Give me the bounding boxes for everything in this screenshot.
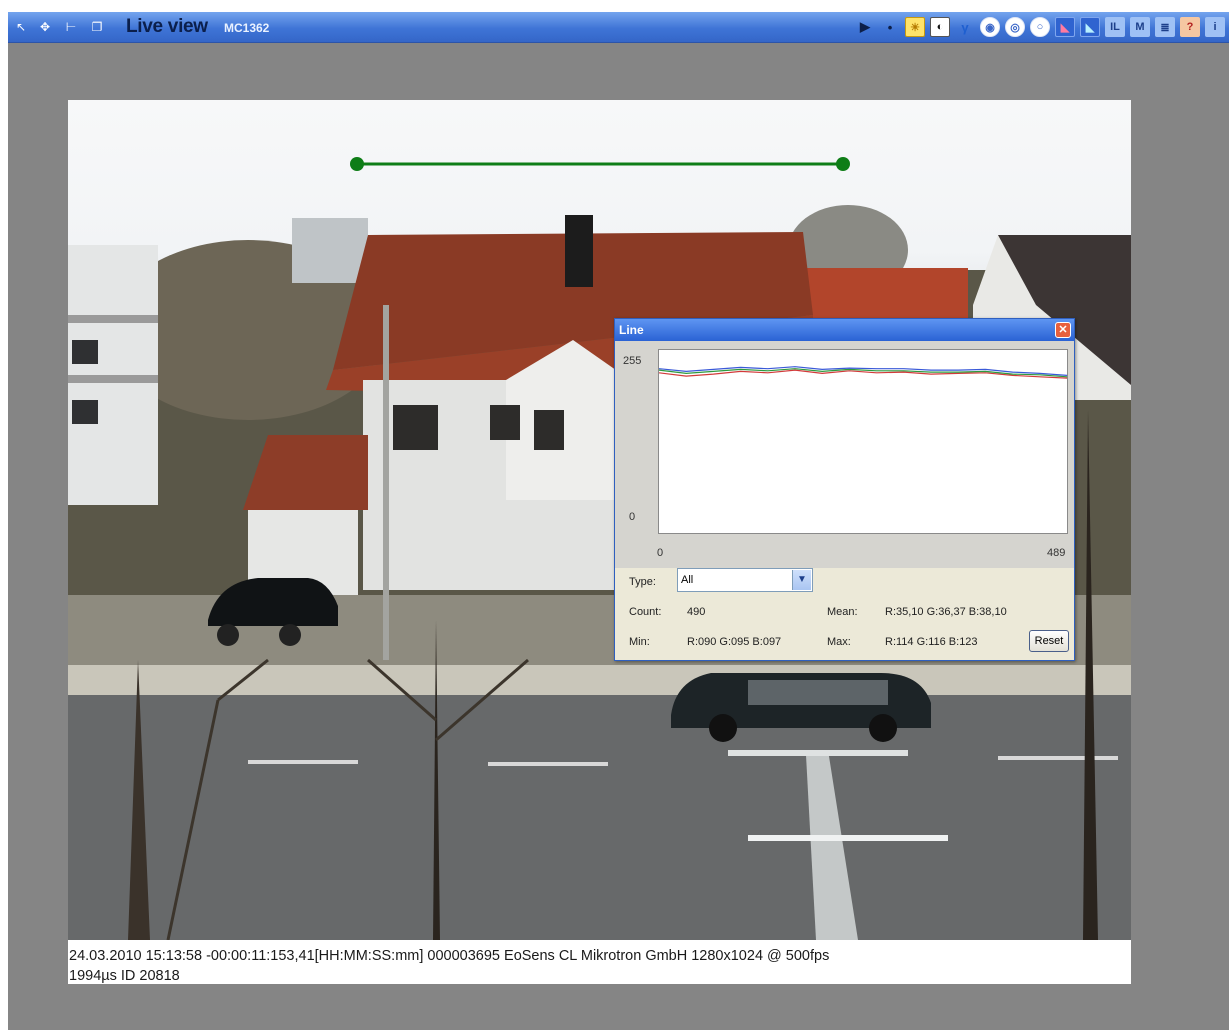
y-min-label: 0 (629, 511, 636, 523)
move-icon[interactable]: ✥ (36, 18, 54, 36)
measure-line-start-handle[interactable] (350, 157, 364, 171)
application-window: ↖ ✥ ⊢ ❐ Live view MC1362 ▶ • ☀ ◐ γ ◉ ◎ ○… (8, 12, 1229, 1030)
mean-label: Mean: (827, 606, 858, 618)
max-label: Max: (827, 636, 851, 648)
help-icon[interactable]: ? (1180, 17, 1200, 37)
gamma-icon[interactable]: γ (955, 17, 975, 37)
frame-info-line-1: 24.03.2010 15:13:58 -00:00:11:153,41[HH:… (69, 948, 830, 964)
close-icon[interactable]: ✕ (1055, 322, 1071, 338)
line-profile-dialog: Line ✕ 255 0 0 489 Type: All ▼ Count: 49… (614, 318, 1075, 661)
window-icon[interactable]: ❐ (88, 18, 106, 36)
measure-line-end-handle[interactable] (836, 157, 850, 171)
pointer-icon[interactable]: ↖ (12, 18, 30, 36)
info-icon[interactable]: i (1205, 17, 1225, 37)
frame-info-bar: 24.03.2010 15:13:58 -00:00:11:153,41[HH:… (69, 946, 1131, 986)
dialog-title-bar[interactable]: Line ✕ (615, 319, 1074, 341)
type-label: Type: (629, 576, 656, 588)
x-max-label: 489 (1047, 547, 1066, 559)
record-dot-icon[interactable]: • (880, 17, 900, 37)
min-value: R:090 G:095 B:097 (687, 636, 782, 648)
color-wheel-icon[interactable]: ◉ (980, 17, 1000, 37)
list-icon[interactable]: ≣ (1155, 17, 1175, 37)
line-profile-svg (658, 366, 1068, 379)
mean-value: R:35,10 G:36,37 B:38,10 (885, 606, 1007, 618)
line-measure-icon[interactable]: ⊢ (62, 18, 80, 36)
x-min-label: 0 (657, 547, 664, 559)
type-select-value: All (681, 574, 694, 586)
camera-frame-image[interactable]: Line ✕ 255 0 0 489 Type: All ▼ Count: 49… (68, 100, 1131, 940)
brightness-icon[interactable]: ☀ (905, 17, 925, 37)
chevron-down-icon[interactable]: ▼ (792, 570, 811, 590)
window-title: Live view (126, 16, 208, 37)
reset-button[interactable]: Reset (1029, 630, 1069, 652)
line-profile-chart (658, 349, 1068, 534)
color-wheel-alt-icon[interactable]: ◎ (1005, 17, 1025, 37)
y-max-label: 255 (623, 355, 642, 367)
play-icon[interactable]: ▶ (855, 17, 875, 37)
line-profile-panel: 255 0 0 489 (615, 341, 1074, 568)
right-toolbar: ▶ • ☀ ◐ γ ◉ ◎ ○ ◣ ◣ IL M ≣ ? i (855, 17, 1225, 37)
histogram-blue-icon[interactable]: ◣ (1080, 17, 1100, 37)
white-balance-icon[interactable]: ○ (1030, 17, 1050, 37)
max-value: R:114 G:116 B:123 (885, 636, 978, 648)
profile-series-1 (658, 368, 1068, 378)
dialog-title: Line (619, 323, 644, 337)
histogram-red-icon[interactable]: ◣ (1055, 17, 1075, 37)
line-profile-icon[interactable]: IL (1105, 17, 1125, 37)
marker-icon[interactable]: M (1130, 17, 1150, 37)
count-value: 490 (687, 606, 706, 618)
camera-model-label: MC1362 (224, 21, 270, 35)
image-viewer: Line ✕ 255 0 0 489 Type: All ▼ Count: 49… (68, 100, 1131, 984)
title-bar: ↖ ✥ ⊢ ❐ Live view MC1362 ▶ • ☀ ◐ γ ◉ ◎ ○… (8, 12, 1229, 43)
contrast-icon[interactable]: ◐ (930, 17, 950, 37)
frame-info-line-2: 1994µs ID 20818 (69, 968, 180, 984)
count-label: Count: (629, 606, 662, 618)
min-label: Min: (629, 636, 650, 648)
type-select[interactable]: All ▼ (677, 568, 813, 592)
